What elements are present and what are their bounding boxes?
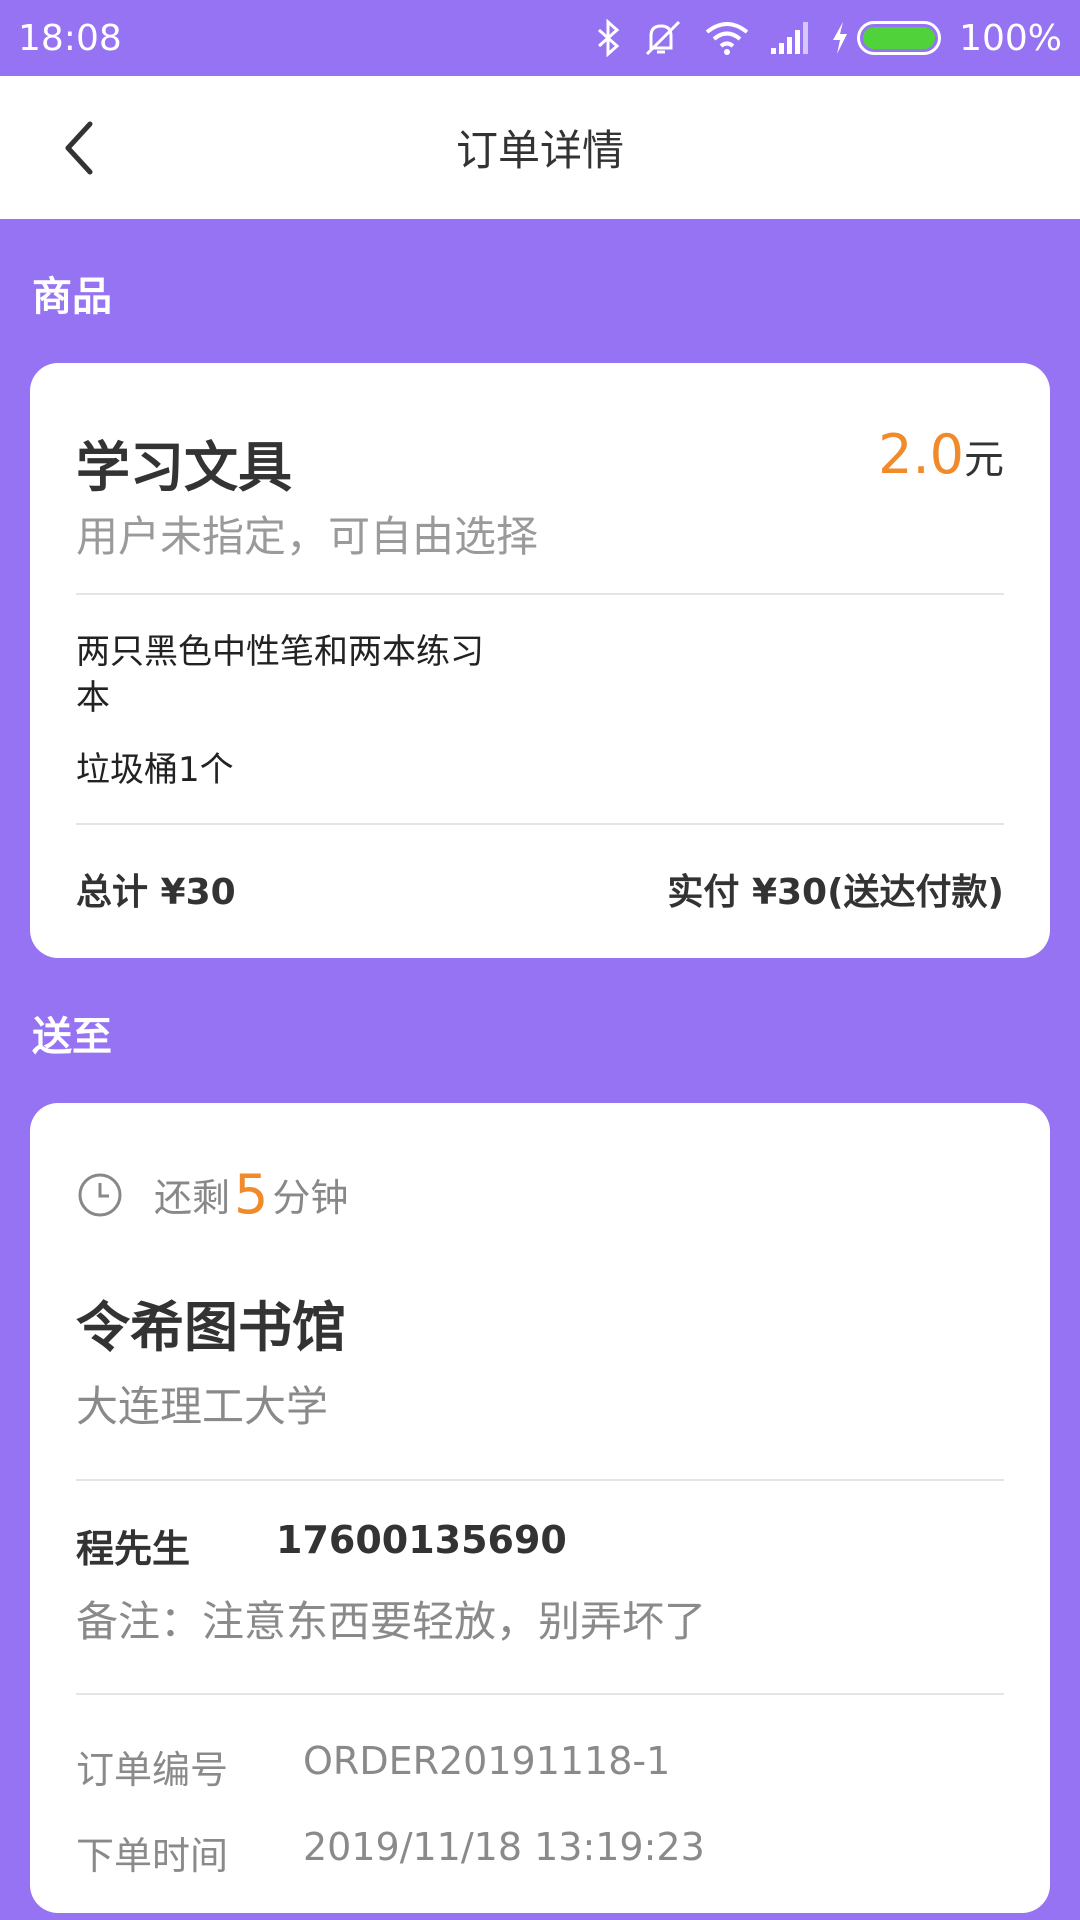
goods-price: 2.0 元 (878, 423, 1004, 486)
bluetooth-icon (598, 18, 620, 58)
contact-name: 程先生 (76, 1527, 191, 1571)
battery-percent: 100% (959, 17, 1062, 59)
goods-section-label: 商品 (32, 274, 112, 320)
wifi-icon (705, 22, 749, 55)
remaining-time: 还剩 5 分钟 (76, 1163, 348, 1226)
goods-item-line: 本 (76, 678, 110, 718)
battery-icon (857, 21, 942, 55)
total-amount: 总计 ¥30 (76, 872, 236, 913)
order-time-value: 2019/11/18 13:19:23 (303, 1825, 705, 1869)
goods-price-value: 2.0 (878, 423, 964, 486)
clock-icon (78, 1173, 122, 1216)
order-time-label: 下单时间 (76, 1834, 229, 1878)
order-number-value: ORDER20191118-1 (303, 1739, 671, 1783)
delivery-section-label: 送至 (32, 1014, 112, 1060)
divider (76, 1479, 1004, 1481)
place-subtitle: 大连理工大学 (76, 1382, 329, 1431)
remaining-suffix: 分钟 (272, 1176, 349, 1220)
order-number-label: 订单编号 (76, 1748, 229, 1792)
goods-item-line: 垃圾桶1个 (76, 750, 234, 790)
paid-amount: 实付 ¥30(送达付款) (667, 872, 1004, 913)
signal-icon (771, 22, 809, 54)
divider (76, 593, 1004, 595)
nav-bar: 订单详情 (0, 76, 1080, 219)
battery (831, 20, 942, 56)
charging-icon (833, 22, 848, 54)
status-time: 18:08 (18, 17, 122, 59)
back-button[interactable] (48, 116, 112, 180)
place-name: 令希图书馆 (76, 1296, 346, 1359)
status-bar: 18:08 100% (0, 0, 1080, 76)
goods-price-unit: 元 (964, 437, 1004, 483)
remaining-prefix: 还剩 (154, 1176, 231, 1220)
page-title: 订单详情 (455, 126, 624, 175)
chevron-left-icon (65, 121, 93, 175)
goods-title: 学习文具 (76, 436, 292, 499)
divider (76, 1693, 1004, 1695)
goods-subtitle: 用户未指定，可自由选择 (76, 512, 539, 561)
goods-item-line: 两只黑色中性笔和两本练习 (76, 632, 484, 672)
remaining-value: 5 (234, 1163, 269, 1226)
delivery-card: 还剩 5 分钟 令希图书馆 大连理工大学 程先生 17600135690 备注：… (30, 1103, 1050, 1913)
divider (76, 823, 1004, 825)
mute-icon (646, 20, 681, 56)
battery-level (863, 27, 936, 49)
goods-card: 学习文具 2.0 元 用户未指定，可自由选择 两只黑色中性笔和两本练习 本 垃圾… (30, 363, 1050, 958)
contact-phone[interactable]: 17600135690 (276, 1518, 567, 1562)
status-icons: 100% (595, 18, 1062, 59)
order-remark: 备注：注意东西要轻放，别弄坏了 (76, 1597, 707, 1646)
